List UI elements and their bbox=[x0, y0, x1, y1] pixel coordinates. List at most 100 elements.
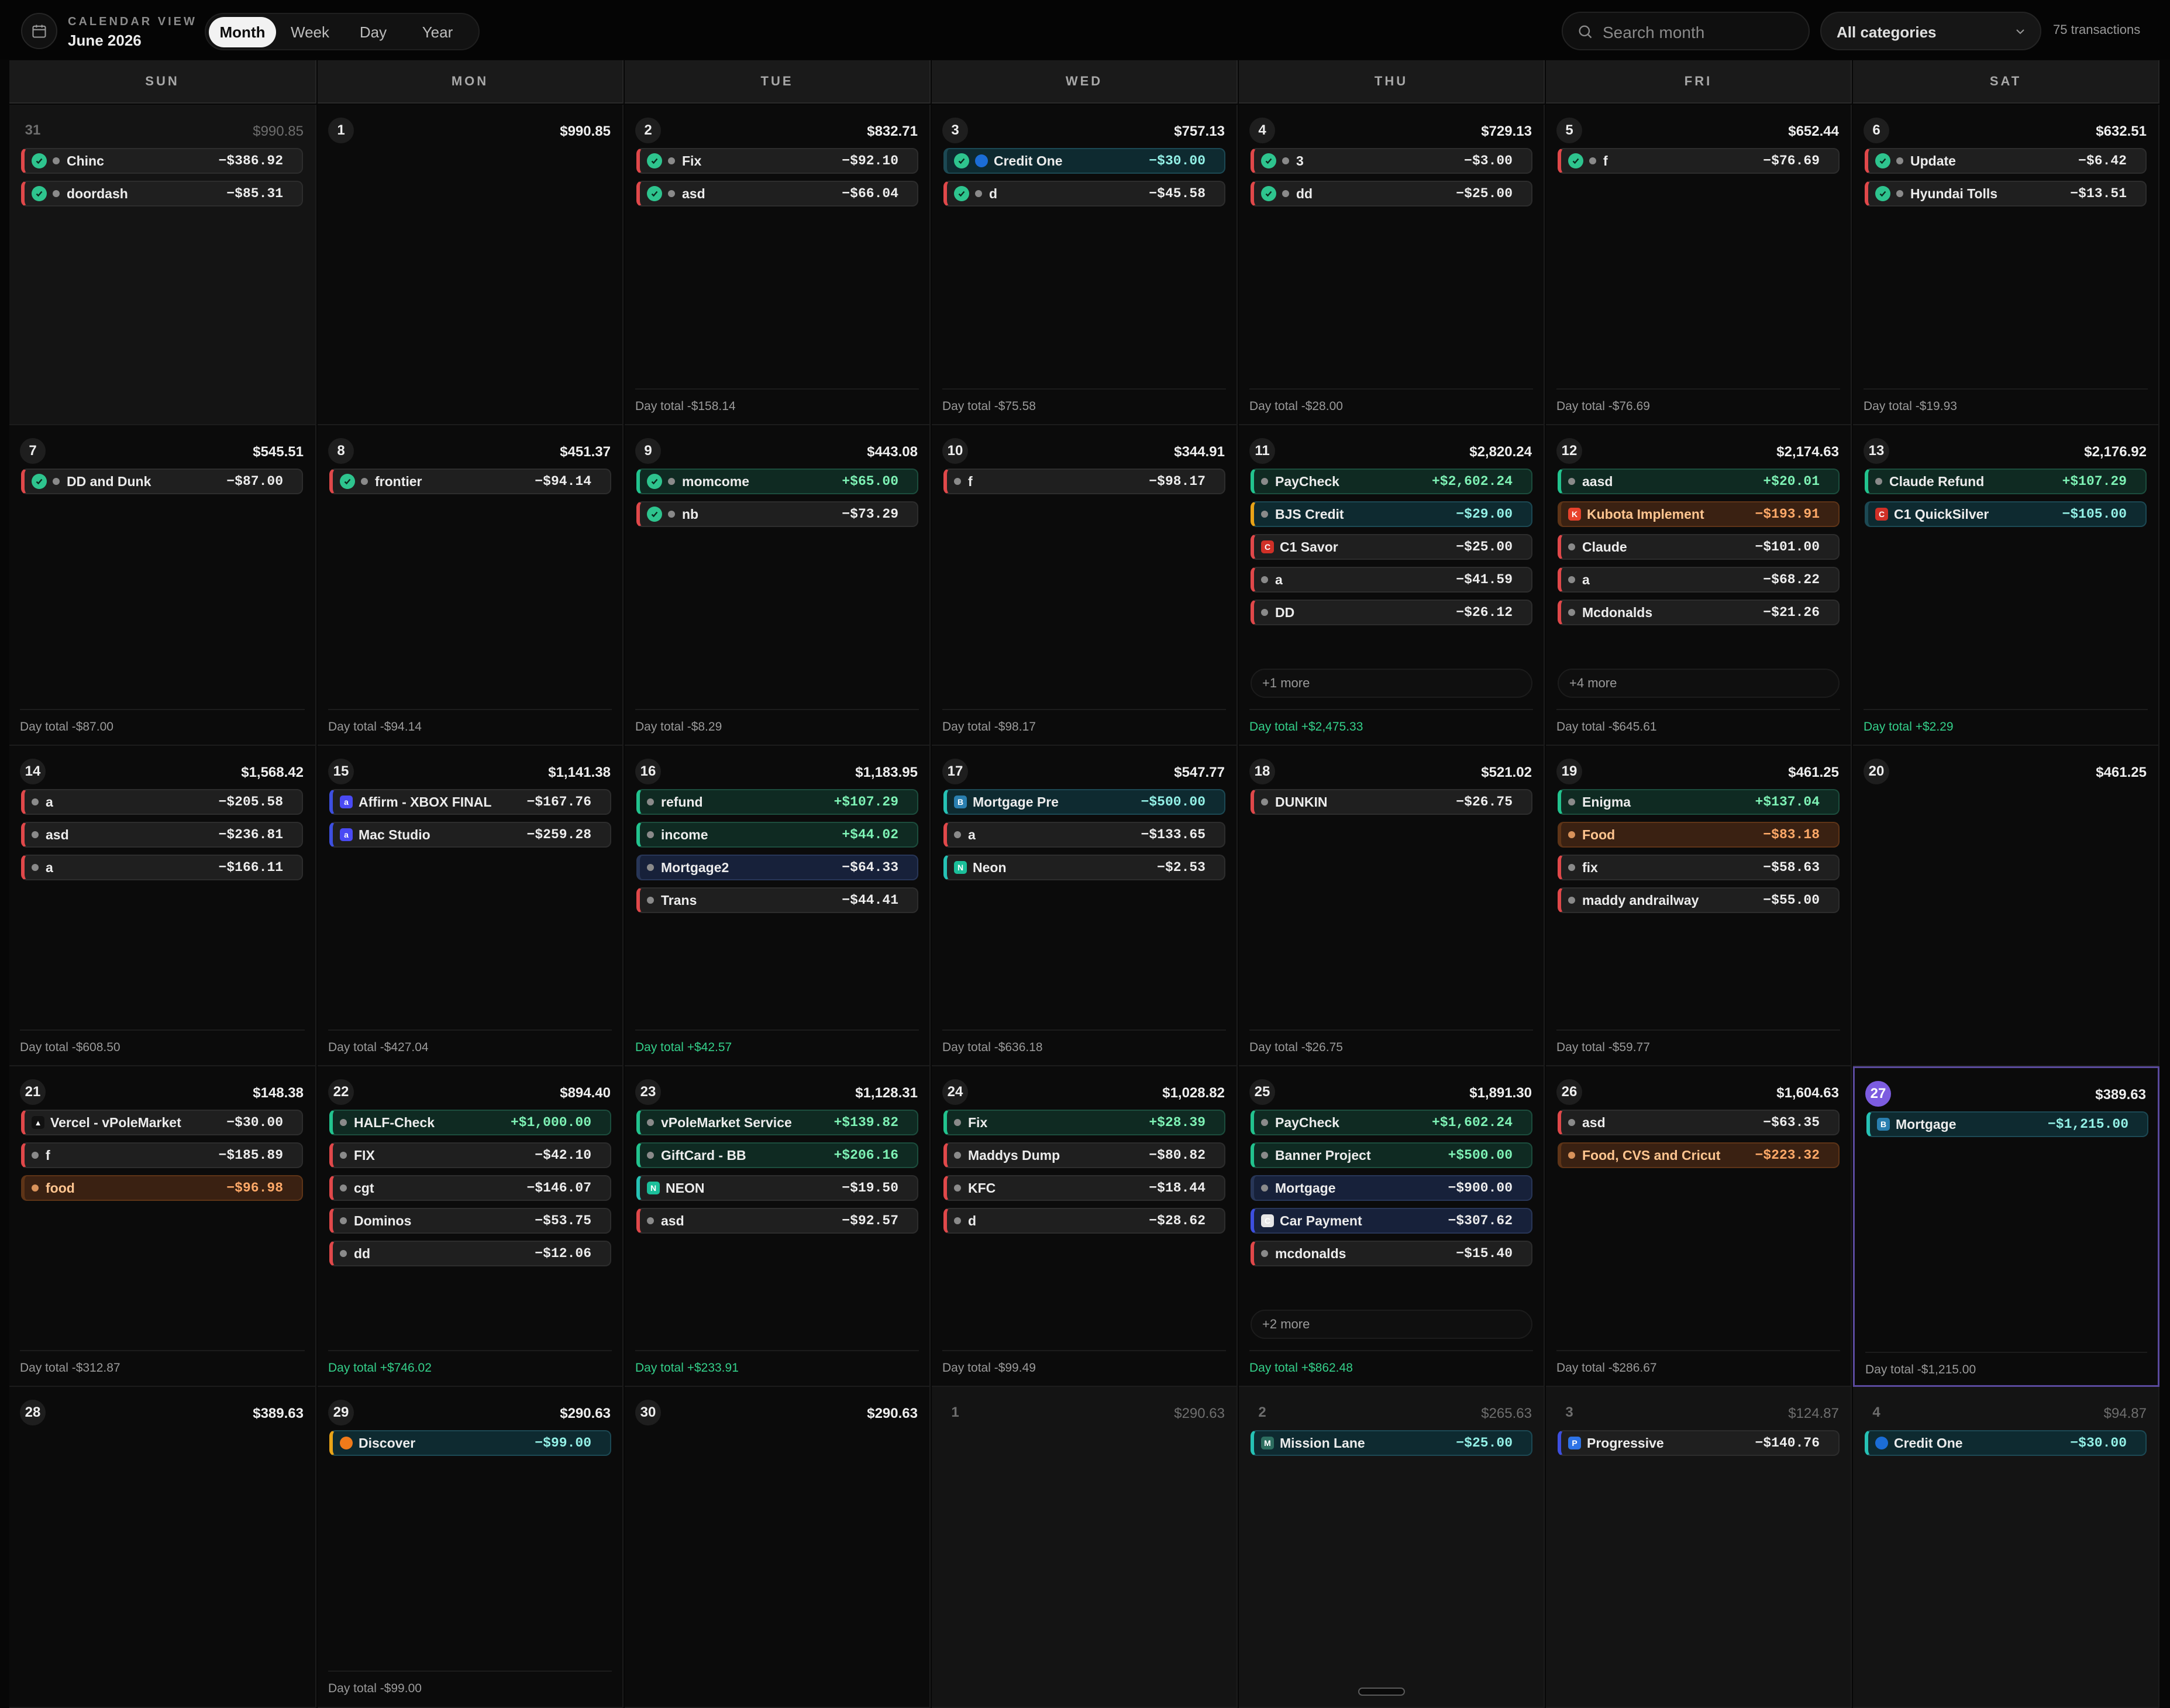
transaction-chip[interactable]: Claude Refund +$107.29 bbox=[1865, 469, 2147, 494]
transaction-chip[interactable]: Chinc −$386.92 bbox=[21, 148, 303, 174]
day-cell[interactable]: 3 $757.13 Credit One −$30.00 d −$45.58 Day tot… bbox=[932, 105, 1238, 425]
day-cell[interactable]: 21 $148.38 ▲ Vercel - vPoleMarket −$30.00 f −$… bbox=[9, 1066, 316, 1387]
tab-year[interactable]: Year bbox=[404, 17, 471, 47]
transaction-chip[interactable]: asd −$66.04 bbox=[636, 181, 918, 206]
transaction-chip[interactable]: income +$44.02 bbox=[636, 822, 918, 848]
transaction-chip[interactable]: BJS Credit −$29.00 bbox=[1251, 501, 1532, 527]
tab-day[interactable]: Day bbox=[344, 17, 402, 47]
day-cell[interactable]: 31 $990.85 Chinc −$386.92 doordash −$85.31 bbox=[9, 105, 316, 425]
transaction-chip[interactable]: Discover −$99.00 bbox=[329, 1430, 611, 1456]
transaction-chip[interactable]: Fix +$28.39 bbox=[943, 1110, 1225, 1135]
transaction-chip[interactable]: vPoleMarket Service +$139.82 bbox=[636, 1110, 918, 1135]
transaction-chip[interactable]: Food −$83.18 bbox=[1558, 822, 1840, 848]
tab-month[interactable]: Month bbox=[209, 17, 276, 47]
day-cell[interactable]: 2 $265.63 M Mission Lane −$25.00 bbox=[1239, 1387, 1545, 1708]
day-cell[interactable]: 25 $1,891.30 PayCheck +$1,602.24 Banner Proj… bbox=[1239, 1066, 1545, 1387]
transaction-chip[interactable]: Banner Project +$500.00 bbox=[1251, 1142, 1532, 1168]
more-transactions-button[interactable]: +4 more bbox=[1558, 669, 1840, 698]
transaction-chip[interactable]: a −$133.65 bbox=[943, 822, 1225, 848]
day-cell[interactable]: 23 $1,128.31 vPoleMarket Service +$139.82 Gi… bbox=[625, 1066, 931, 1387]
transaction-chip[interactable]: doordash −$85.31 bbox=[21, 181, 303, 206]
transaction-chip[interactable]: asd −$92.57 bbox=[636, 1208, 918, 1234]
transaction-chip[interactable]: dd −$25.00 bbox=[1251, 181, 1532, 206]
transaction-chip[interactable]: a Mac Studio −$259.28 bbox=[329, 822, 611, 848]
transaction-chip[interactable]: C C1 Savor −$25.00 bbox=[1251, 534, 1532, 560]
transaction-chip[interactable]: Hyundai Tolls −$13.51 bbox=[1865, 181, 2147, 206]
transaction-chip[interactable]: fix −$58.63 bbox=[1558, 855, 1840, 880]
transaction-chip[interactable]: a −$205.58 bbox=[21, 789, 303, 815]
transaction-chip[interactable]: a −$166.11 bbox=[21, 855, 303, 880]
calendar-icon[interactable] bbox=[21, 13, 57, 49]
day-cell[interactable]: 12 $2,174.63 aasd +$20.01 K Kubota Implement −… bbox=[1546, 425, 1852, 746]
day-cell[interactable]: 30 $290.63 bbox=[625, 1387, 931, 1708]
transaction-chip[interactable]: Mortgage2 −$64.33 bbox=[636, 855, 918, 880]
day-cell[interactable]: 9 $443.08 momcome +$65.00 nb −$73.29 Day total… bbox=[625, 425, 931, 746]
transaction-chip[interactable]: Update −$6.42 bbox=[1865, 148, 2147, 174]
transaction-chip[interactable]: Credit One −$30.00 bbox=[943, 148, 1225, 174]
transaction-chip[interactable]: ▲ Vercel - vPoleMarket −$30.00 bbox=[21, 1110, 303, 1135]
transaction-chip[interactable]: aasd +$20.01 bbox=[1558, 469, 1840, 494]
transaction-chip[interactable]: K Kubota Implement −$193.91 bbox=[1558, 501, 1840, 527]
more-transactions-button[interactable]: +2 more bbox=[1251, 1310, 1532, 1339]
transaction-chip[interactable]: N NEON −$19.50 bbox=[636, 1175, 918, 1201]
transaction-chip[interactable]: refund +$107.29 bbox=[636, 789, 918, 815]
day-cell[interactable]: 17 $547.77 B Mortgage Pre −$500.00 a −$133.65 N… bbox=[932, 746, 1238, 1066]
day-cell[interactable]: 10 $344.91 f −$98.17 Day total -$98.17 bbox=[932, 425, 1238, 746]
transaction-chip[interactable]: Claude −$101.00 bbox=[1558, 534, 1840, 560]
transaction-chip[interactable]: d −$45.58 bbox=[943, 181, 1225, 206]
day-cell[interactable]: 22 $894.40 HALF-Check +$1,000.00 FIX −$42.10 c… bbox=[318, 1066, 624, 1387]
transaction-chip[interactable]: P Progressive −$140.76 bbox=[1558, 1430, 1840, 1456]
transaction-chip[interactable]: dd −$12.06 bbox=[329, 1241, 611, 1266]
transaction-chip[interactable]: nb −$73.29 bbox=[636, 501, 918, 527]
day-cell[interactable]: 14 $1,568.42 a −$205.58 asd −$236.81 a −$166.11… bbox=[9, 746, 316, 1066]
transaction-chip[interactable]: B Mortgage Pre −$500.00 bbox=[943, 789, 1225, 815]
transaction-chip[interactable]: DD −$26.12 bbox=[1251, 600, 1532, 625]
transaction-chip[interactable]: maddy andrailway −$55.00 bbox=[1558, 887, 1840, 913]
day-cell[interactable]: 18 $521.02 DUNKIN −$26.75 Day total -$26.75 bbox=[1239, 746, 1545, 1066]
transaction-chip[interactable]: asd −$63.35 bbox=[1558, 1110, 1840, 1135]
day-cell[interactable]: 11 $2,820.24 PayCheck +$2,602.24 BJS Credit −… bbox=[1239, 425, 1545, 746]
transaction-chip[interactable]: FIX −$42.10 bbox=[329, 1142, 611, 1168]
transaction-chip[interactable]: Fix −$92.10 bbox=[636, 148, 918, 174]
scroll-handle[interactable] bbox=[1358, 1688, 1405, 1696]
transaction-chip[interactable]: cgt −$146.07 bbox=[329, 1175, 611, 1201]
day-cell[interactable]: 13 $2,176.92 Claude Refund +$107.29 C C1 Quic… bbox=[1853, 425, 2159, 746]
day-cell[interactable]: 7 $545.51 DD and Dunk −$87.00 Day total -$87… bbox=[9, 425, 316, 746]
transaction-chip[interactable]: C C1 QuickSilver −$105.00 bbox=[1865, 501, 2147, 527]
day-cell[interactable]: 3 $124.87 P Progressive −$140.76 bbox=[1546, 1387, 1852, 1708]
transaction-chip[interactable]: d −$28.62 bbox=[943, 1208, 1225, 1234]
transaction-chip[interactable]: f −$76.69 bbox=[1558, 148, 1840, 174]
category-select[interactable]: All categories bbox=[1820, 12, 2041, 50]
day-cell[interactable]: 26 $1,604.63 asd −$63.35 Food, CVS and Cricu… bbox=[1546, 1066, 1852, 1387]
day-cell[interactable]: 20 $461.25 bbox=[1853, 746, 2159, 1066]
transaction-chip[interactable]: B Mortgage −$1,215.00 bbox=[1866, 1111, 2148, 1137]
transaction-chip[interactable]: food −$96.98 bbox=[21, 1175, 303, 1201]
day-cell[interactable]: 28 $389.63 bbox=[9, 1387, 316, 1708]
transaction-chip[interactable]: HALF-Check +$1,000.00 bbox=[329, 1110, 611, 1135]
day-cell[interactable]: 16 $1,183.95 refund +$107.29 income +$44.02 Mo… bbox=[625, 746, 931, 1066]
transaction-chip[interactable]: a −$41.59 bbox=[1251, 567, 1532, 593]
transaction-chip[interactable]: GiftCard - BB +$206.16 bbox=[636, 1142, 918, 1168]
transaction-chip[interactable]: N Neon −$2.53 bbox=[943, 855, 1225, 880]
day-cell[interactable]: 1 $990.85 bbox=[318, 105, 624, 425]
transaction-chip[interactable]: Mortgage −$900.00 bbox=[1251, 1175, 1532, 1201]
search-input[interactable]: Search month bbox=[1603, 23, 1704, 42]
transaction-chip[interactable]: DUNKIN −$26.75 bbox=[1251, 789, 1532, 815]
day-cell[interactable]: 4 $729.13 3 −$3.00 dd −$25.00 Day total -$28.0… bbox=[1239, 105, 1545, 425]
transaction-chip[interactable]: Mcdonalds −$21.26 bbox=[1558, 600, 1840, 625]
tab-week[interactable]: Week bbox=[277, 17, 343, 47]
transaction-chip[interactable]: Enigma +$137.04 bbox=[1558, 789, 1840, 815]
transaction-chip[interactable]: f −$98.17 bbox=[943, 469, 1225, 494]
transaction-chip[interactable]: asd −$236.81 bbox=[21, 822, 303, 848]
day-cell[interactable]: 29 $290.63 Discover −$99.00 Day total -$99.0… bbox=[318, 1387, 624, 1708]
transaction-chip[interactable]: C Car Payment −$307.62 bbox=[1251, 1208, 1532, 1234]
transaction-chip[interactable]: Dominos −$53.75 bbox=[329, 1208, 611, 1234]
transaction-chip[interactable]: momcome +$65.00 bbox=[636, 469, 918, 494]
transaction-chip[interactable]: f −$185.89 bbox=[21, 1142, 303, 1168]
day-cell[interactable]: 8 $451.37 frontier −$94.14 Day total -$94.14 bbox=[318, 425, 624, 746]
transaction-chip[interactable]: M Mission Lane −$25.00 bbox=[1251, 1430, 1532, 1456]
transaction-chip[interactable]: a Affirm - XBOX FINAL −$167.76 bbox=[329, 789, 611, 815]
transaction-chip[interactable]: PayCheck +$2,602.24 bbox=[1251, 469, 1532, 494]
transaction-chip[interactable]: 3 −$3.00 bbox=[1251, 148, 1532, 174]
day-cell[interactable]: 1 $290.63 bbox=[932, 1387, 1238, 1708]
